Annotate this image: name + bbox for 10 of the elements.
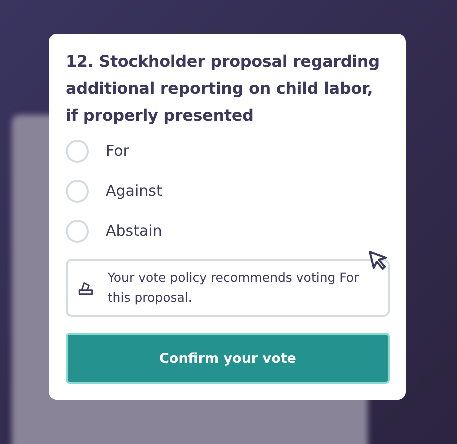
confirm-button[interactable]: Confirm your vote [66,333,390,384]
cursor-icon [368,250,388,270]
vote-option[interactable]: Against [66,179,390,203]
recommendation-text: Your vote policy recommends voting For this proposal. [108,269,360,307]
vote-option[interactable]: Abstain [66,219,390,243]
radio-button[interactable] [66,180,89,202]
proposal-title: 12. Stockholder proposal regarding additional reporting on child labor, if properly presented [66,51,381,127]
radio-button[interactable] [66,140,89,162]
radio-button[interactable] [66,220,89,242]
vote-option[interactable]: For [66,139,390,163]
